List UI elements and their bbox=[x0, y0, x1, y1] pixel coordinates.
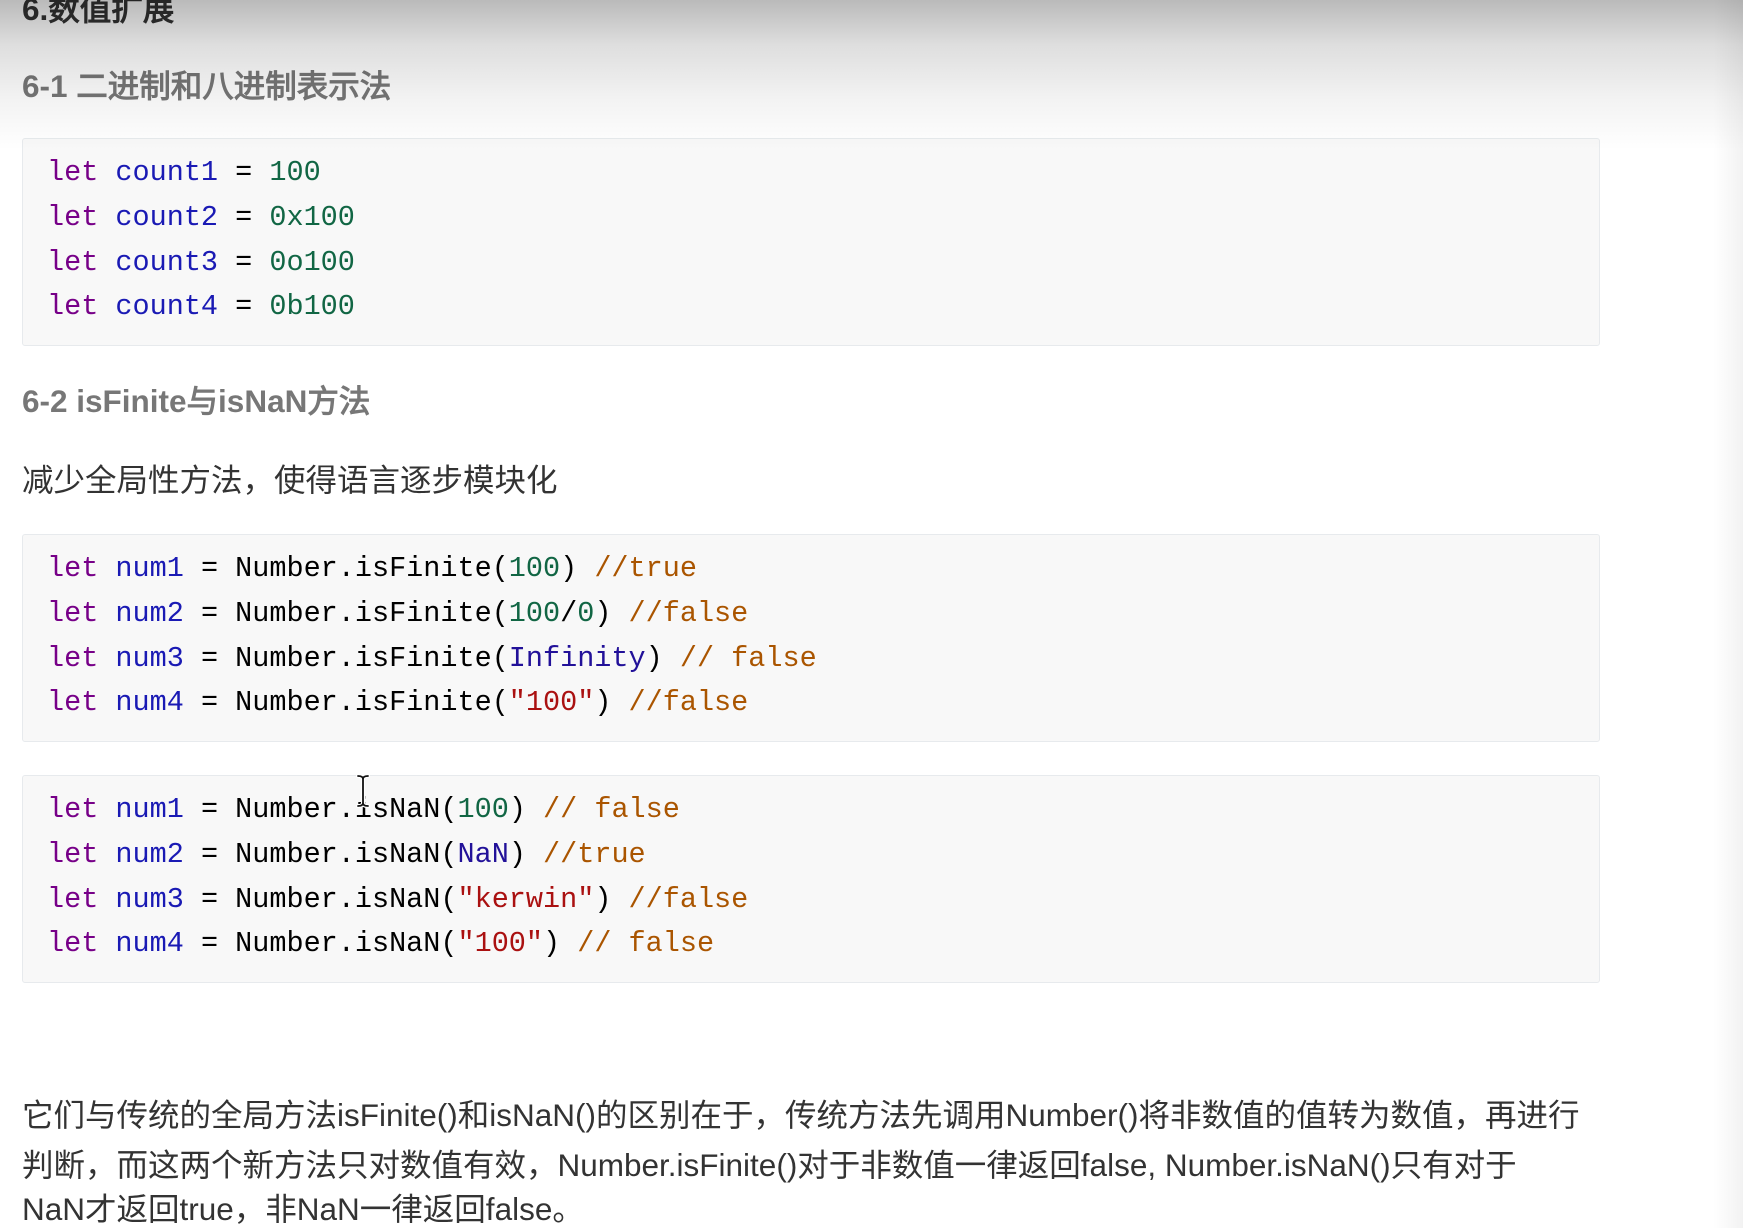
code-token: let bbox=[47, 882, 116, 916]
code-token: = Number.isNaN( bbox=[183, 927, 458, 961]
code-token: count3 bbox=[115, 245, 219, 279]
code-line: let num2 = Number.isFinite(100/0) //fals… bbox=[47, 592, 1575, 637]
code-token: 0o100 bbox=[269, 245, 355, 279]
code-token: = bbox=[218, 200, 270, 234]
code-token: let bbox=[47, 245, 116, 279]
code-block-binary-octal[interactable]: let count1 = 100 let count2 = 0x100 let co… bbox=[22, 138, 1600, 346]
code-token: 100 bbox=[508, 596, 561, 630]
code-line: let num4 = Number.isNaN("100") // false bbox=[47, 922, 1575, 967]
intro-text: 减少全局性方法，使得语言逐步模块化 bbox=[22, 462, 558, 498]
code-token: 100 bbox=[457, 793, 509, 826]
code-line: let num2 = Number.isNaN(NaN) //true bbox=[47, 833, 1575, 878]
code-token: //false bbox=[628, 596, 749, 630]
explanation-paragraph: 它们与传统的全局方法isFinite()和isNaN()的区别在于，传统方法先调… bbox=[22, 1090, 1662, 1228]
subsection-title-isfinite-isnan: 6-2 isFinite与isNaN方法 bbox=[22, 383, 371, 419]
code-line: let count3 = 0o100 bbox=[47, 241, 1575, 286]
code-token: //true bbox=[594, 552, 697, 585]
code-token: num4 bbox=[115, 927, 184, 961]
code-token: num1 bbox=[115, 552, 184, 585]
code-token: 100 bbox=[508, 552, 561, 585]
code-token: let bbox=[47, 596, 116, 630]
code-token: ) bbox=[594, 596, 629, 630]
code-token: = bbox=[218, 290, 270, 324]
code-token: let bbox=[47, 793, 116, 826]
code-line: let count4 = 0b100 bbox=[47, 285, 1575, 330]
code-token: "100" bbox=[508, 686, 595, 720]
code-token: ) bbox=[594, 882, 629, 916]
code-token: ) bbox=[508, 793, 544, 826]
code-token: let bbox=[47, 552, 116, 585]
code-token: count2 bbox=[115, 200, 219, 234]
code-line: let count2 = 0x100 bbox=[47, 196, 1575, 241]
code-token: 0b100 bbox=[269, 290, 355, 324]
code-token: num2 bbox=[115, 596, 184, 630]
code-token: num4 bbox=[115, 686, 184, 720]
subsection-title-binary-octal: 6-1 二进制和八进制表示法 bbox=[22, 68, 392, 104]
code-token: Infinity bbox=[508, 641, 646, 675]
code-token: //true bbox=[543, 837, 646, 871]
code-token: = Number.isNaN( bbox=[183, 882, 458, 916]
code-token: let bbox=[47, 837, 116, 871]
code-line: let num1 = Number.isFinite(100) //true bbox=[47, 547, 1575, 592]
code-token: ) bbox=[543, 927, 578, 961]
code-token: let bbox=[47, 686, 116, 720]
right-edge-shadow bbox=[1713, 0, 1743, 1228]
code-token: let bbox=[47, 641, 116, 675]
code-token: let bbox=[47, 290, 116, 324]
code-line: let num3 = Number.isFinite(Infinity) // … bbox=[47, 637, 1575, 682]
code-token: //false bbox=[628, 882, 749, 916]
code-token: ) bbox=[645, 641, 680, 675]
code-line: let num4 = Number.isFinite("100") //fals… bbox=[47, 681, 1575, 726]
code-token: // false bbox=[577, 927, 715, 961]
paragraph-line: NaN才返回true，非NaN一律返回false。 bbox=[22, 1191, 584, 1227]
code-token: "100" bbox=[457, 927, 544, 961]
code-token: //false bbox=[628, 686, 749, 720]
code-token: num3 bbox=[115, 641, 184, 675]
code-token: = Number.isNaN( bbox=[183, 837, 458, 871]
code-token: / bbox=[560, 596, 578, 630]
code-token: = bbox=[218, 245, 270, 279]
code-token: num3 bbox=[115, 882, 184, 916]
code-token: let bbox=[47, 927, 116, 961]
code-token: let bbox=[47, 156, 116, 189]
paragraph-line: 判断，而这两个新方法只对数值有效，Number.isFinite()对于非数值一… bbox=[22, 1147, 1517, 1183]
code-token: ) bbox=[508, 837, 544, 871]
section-title: 6.数值扩展 bbox=[22, 0, 175, 26]
code-token: 0 bbox=[577, 596, 595, 630]
document-page: 6.数值扩展 6-1 二进制和八进制表示法 let count1 = 100 le… bbox=[0, 0, 1743, 1228]
code-block-isnan[interactable]: let num1 = Number.isNaN(100) // false let… bbox=[22, 775, 1600, 983]
code-token: NaN bbox=[457, 837, 509, 871]
code-token: 100 bbox=[269, 156, 321, 189]
code-token: = Number.isFinite( bbox=[183, 552, 509, 585]
code-token: count4 bbox=[115, 290, 219, 324]
code-token: ) bbox=[560, 552, 595, 585]
code-token: = Number.isFinite( bbox=[183, 596, 509, 630]
code-token: = bbox=[218, 156, 270, 189]
code-token: // false bbox=[543, 793, 680, 826]
code-line: let num3 = Number.isNaN("kerwin") //fals… bbox=[47, 878, 1575, 923]
paragraph-line: 它们与传统的全局方法isFinite()和isNaN()的区别在于，传统方法先调… bbox=[22, 1097, 1580, 1133]
code-token: = Number.isFinite( bbox=[183, 641, 509, 675]
code-line: let count1 = 100 bbox=[47, 151, 1575, 196]
code-token: = Number.isFinite( bbox=[183, 686, 509, 720]
code-token: ) bbox=[594, 686, 629, 720]
code-block-isfinite[interactable]: let num1 = Number.isFinite(100) //true le… bbox=[22, 534, 1600, 742]
code-token: count1 bbox=[115, 156, 219, 189]
code-token: = Number.isNaN( bbox=[183, 793, 458, 826]
code-token: num2 bbox=[115, 837, 184, 871]
text-cursor-icon bbox=[355, 774, 371, 808]
code-token: num1 bbox=[115, 793, 184, 826]
code-line: let num1 = Number.isNaN(100) // false bbox=[47, 788, 1575, 833]
code-token: 0x100 bbox=[269, 200, 355, 234]
code-token: // false bbox=[679, 641, 817, 675]
code-token: let bbox=[47, 200, 116, 234]
code-token: "kerwin" bbox=[457, 882, 595, 916]
